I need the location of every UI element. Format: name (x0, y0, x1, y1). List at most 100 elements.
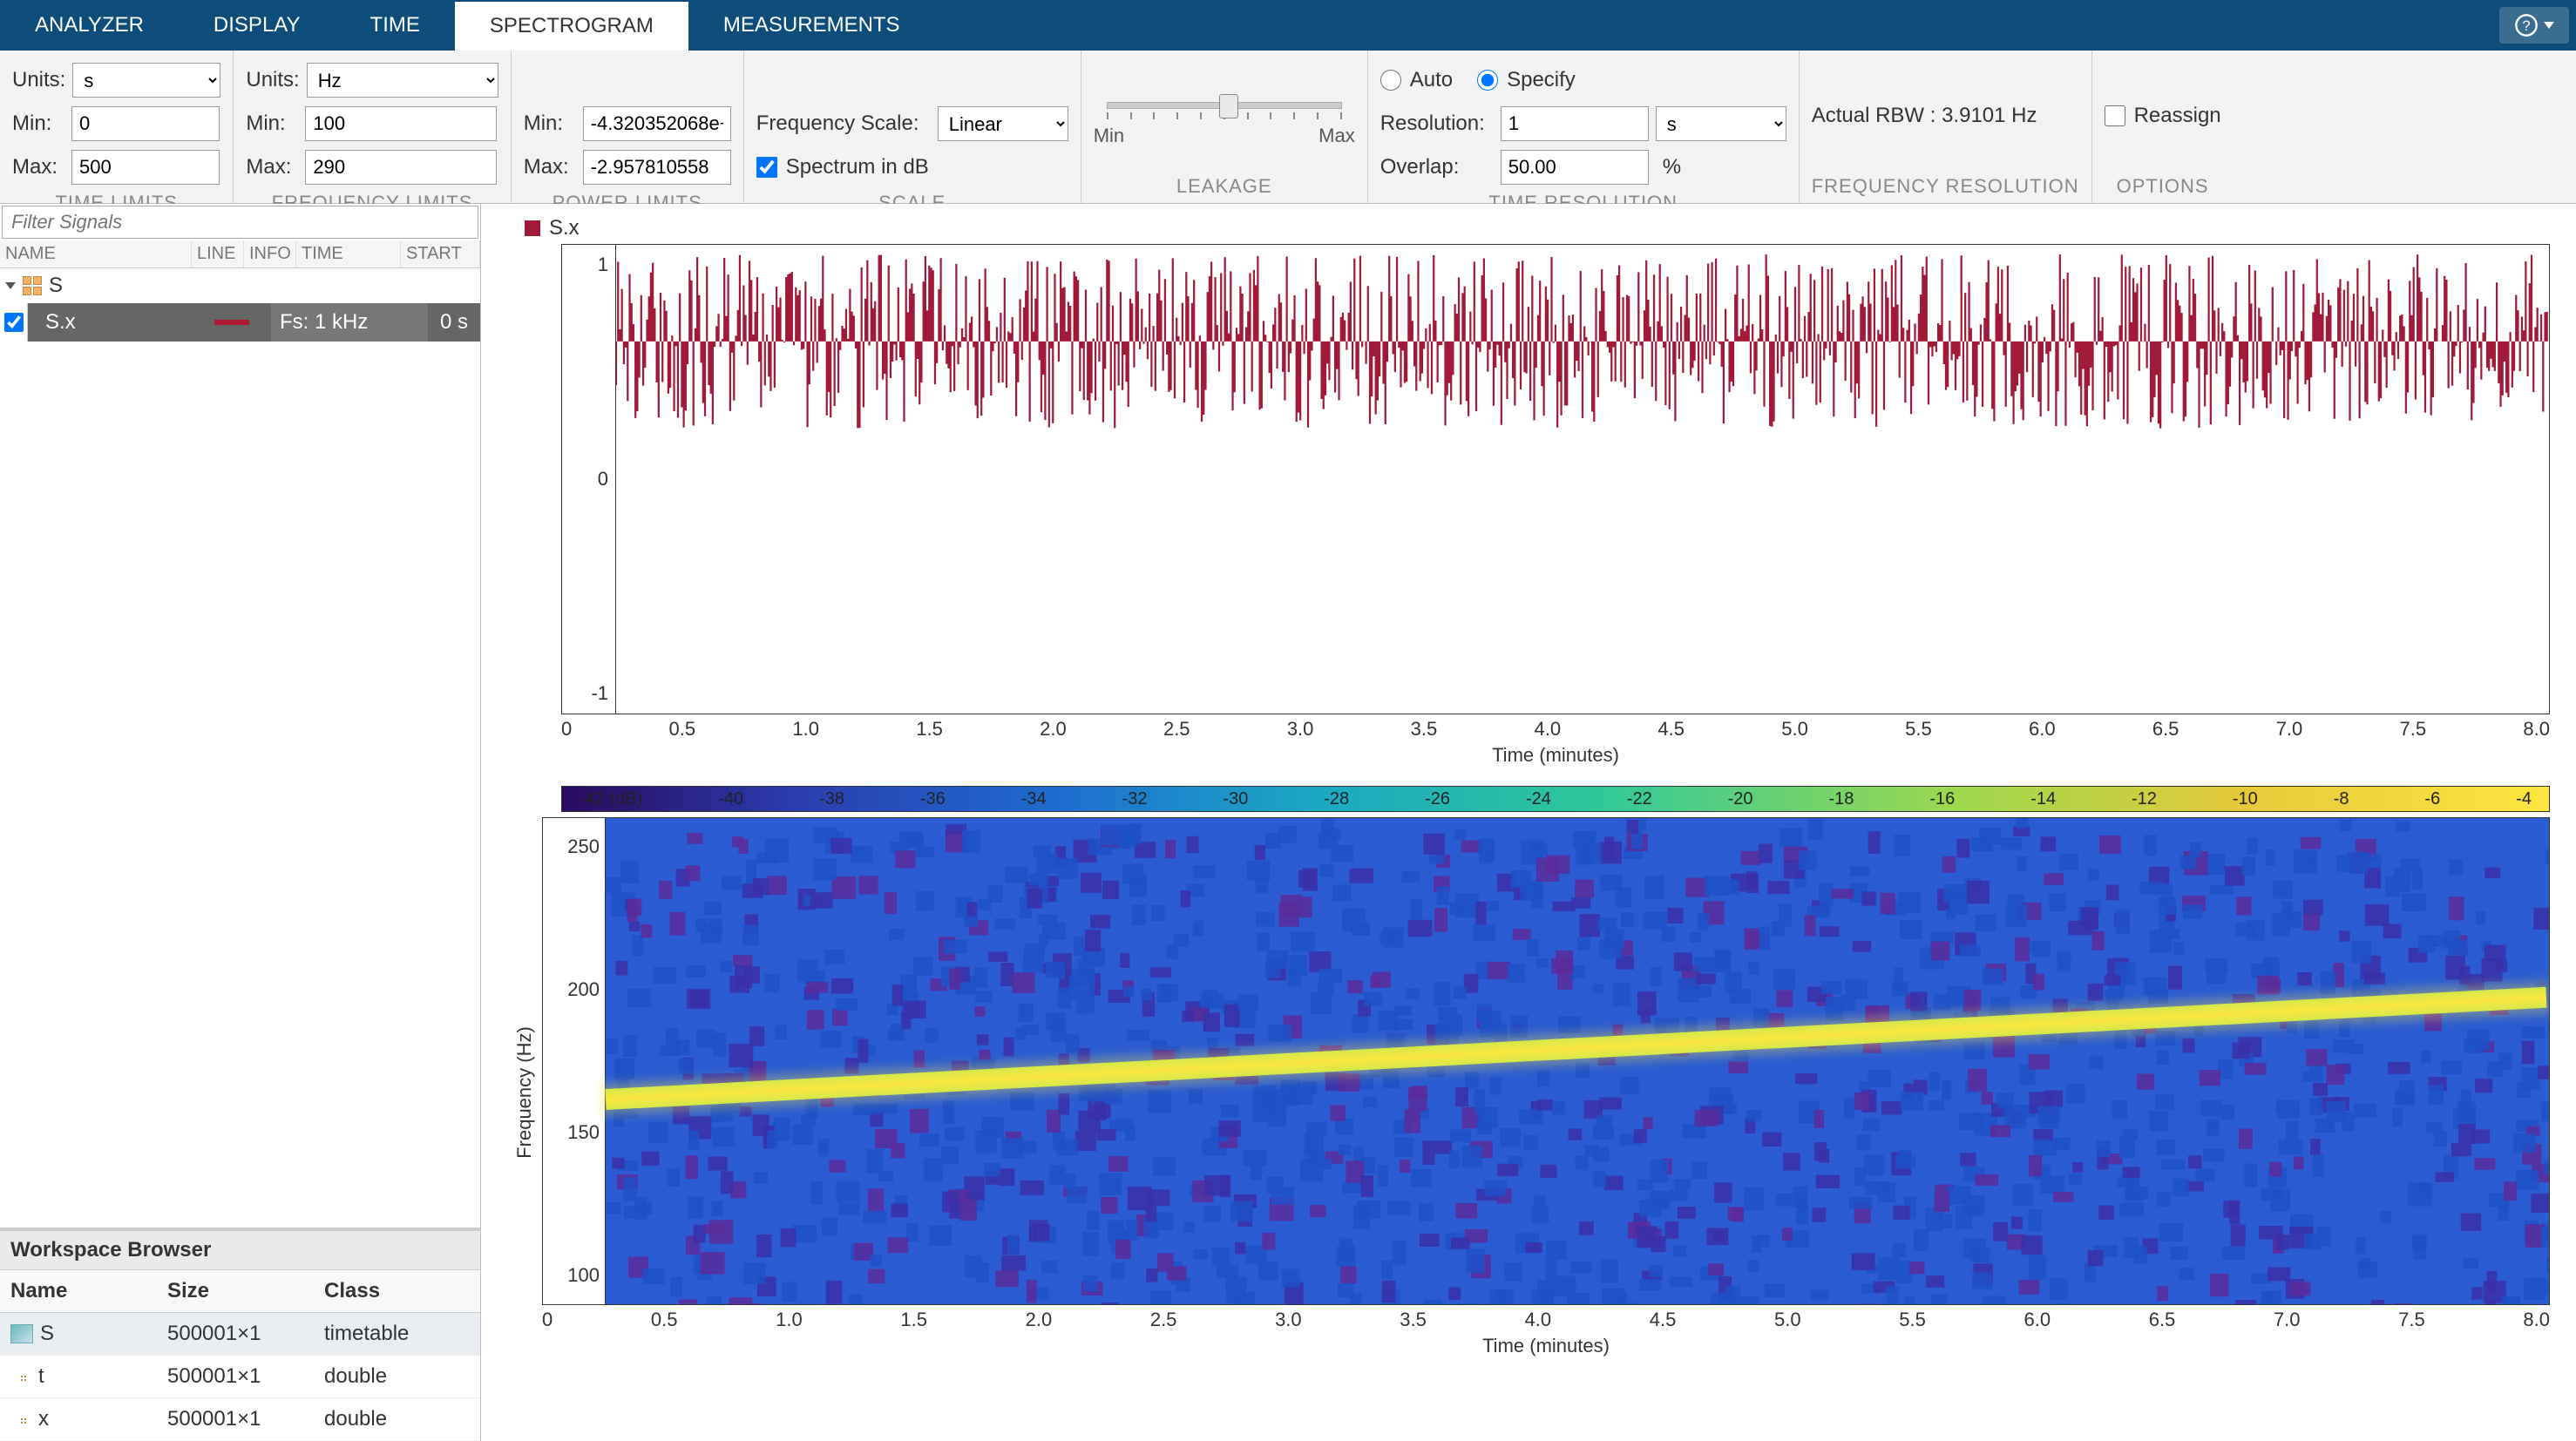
leaf-start: 0 s (428, 303, 480, 342)
col-name[interactable]: NAME (0, 240, 192, 267)
leakage-max-label: Max (1319, 125, 1355, 147)
freq-scale-select[interactable]: Linear (938, 106, 1068, 141)
signals-tree: S S.x Fs: 1 kHz 0 s (0, 268, 480, 342)
left-panel: NAME LINE INFO TIME START S S.x Fs: 1 kH… (0, 204, 481, 1441)
time-max-input[interactable] (71, 150, 220, 185)
ribbon: Units: s Min: Max: TIME LIMITS Units: Hz… (0, 51, 2576, 204)
specify-radio[interactable] (1477, 70, 1498, 91)
group-time-resolution: Auto Specify Resolution: s Overlap: % TI… (1368, 51, 1800, 203)
waveform-legend: S.x (507, 213, 2550, 244)
group-freq-resolution: Actual RBW : 3.9101 Hz FREQUENCY RESOLUT… (1800, 51, 2092, 203)
chevron-down-icon (2544, 22, 2554, 29)
workspace-rows: S500001×1timetablet500001×1doublex500001… (0, 1313, 480, 1441)
col-line[interactable]: LINE (192, 240, 244, 267)
resolution-label: Resolution: (1380, 112, 1494, 136)
tab-measurements[interactable]: MEASUREMENTS (688, 0, 935, 51)
time-min-input[interactable] (71, 106, 220, 141)
ws-row[interactable]: S500001×1timetable (0, 1313, 480, 1356)
power-min-input[interactable] (583, 106, 731, 141)
spectrogram-image (606, 818, 2549, 1305)
auto-label: Auto (1410, 68, 1453, 92)
waveform-axes[interactable]: 1 0 -1 (561, 244, 2550, 714)
overlap-units: % (1656, 155, 1786, 179)
freq-max-input[interactable] (305, 150, 497, 185)
reassign-checkbox[interactable] (2105, 105, 2125, 126)
spectrogram-yaxis: 250 200 150 100 (543, 818, 606, 1304)
line-swatch[interactable] (193, 320, 271, 325)
group-freq-res-label: FREQUENCY RESOLUTION (1812, 170, 2079, 198)
col-time[interactable]: TIME (296, 240, 401, 267)
tree-leaf-sx[interactable]: S.x Fs: 1 kHz 0 s (0, 303, 480, 342)
leakage-min-label: Min (1094, 125, 1124, 147)
resolution-input[interactable] (1501, 106, 1649, 141)
leakage-slider[interactable] (1107, 102, 1342, 109)
ytick: -1 (591, 682, 608, 705)
ws-col-name[interactable]: Name (0, 1270, 157, 1312)
signals-header: NAME LINE INFO TIME START (0, 240, 480, 268)
ytick: 100 (567, 1264, 600, 1287)
power-max-label: Max: (524, 155, 576, 179)
legend-label: S.x (549, 216, 580, 240)
ws-col-class[interactable]: Class (314, 1270, 480, 1312)
signal-visible-checkbox[interactable] (4, 313, 24, 332)
col-start[interactable]: START (401, 240, 480, 267)
expand-icon (5, 282, 16, 289)
time-units-select[interactable]: s (72, 63, 220, 98)
node-label: S (49, 274, 63, 298)
legend-swatch (525, 220, 540, 236)
group-options-label: OPTIONS (2105, 170, 2221, 198)
leaf-name: S.x (28, 310, 193, 335)
power-min-label: Min: (524, 112, 576, 136)
leaf-fs: Fs: 1 kHz (271, 303, 428, 342)
ytick: 1 (598, 254, 608, 276)
actual-rbw-text: Actual RBW : 3.9101 Hz (1812, 104, 2037, 128)
freq-units-select[interactable]: Hz (307, 63, 498, 98)
tree-node-s[interactable]: S (0, 268, 480, 303)
freq-max-label: Max: (246, 155, 298, 179)
group-power-limits: x Min: Max: POWER LIMITS (512, 51, 744, 203)
freq-min-label: Min: (246, 112, 298, 136)
main-area: NAME LINE INFO TIME START S S.x Fs: 1 kH… (0, 204, 2576, 1441)
help-button[interactable]: ? (2499, 7, 2569, 44)
group-time-limits: Units: s Min: Max: TIME LIMITS (0, 51, 234, 203)
time-min-label: Min: (12, 112, 64, 136)
ytick: 150 (567, 1121, 600, 1144)
timetable-icon (10, 1324, 33, 1343)
group-options: Reassign OPTIONS (2092, 51, 2234, 203)
spectrum-db-checkbox[interactable] (756, 157, 777, 178)
tab-time[interactable]: TIME (336, 0, 455, 51)
freq-scale-label: Frequency Scale: (756, 112, 931, 136)
colorbar[interactable]: -42 (dB)-40-38-36-34-32-30-28-26-24-22-2… (561, 786, 2550, 812)
freq-min-input[interactable] (305, 106, 497, 141)
waveform-xlabel: Time (minutes) (561, 744, 2550, 782)
spectrogram-xaxis: 00.51.01.52.02.53.03.54.04.55.05.56.06.5… (542, 1305, 2550, 1335)
workspace-header: Name Size Class (0, 1270, 480, 1313)
overlap-input[interactable] (1501, 150, 1649, 185)
col-info[interactable]: INFO (244, 240, 296, 267)
reassign-label: Reassign (2134, 104, 2221, 128)
ws-row[interactable]: t500001×1double (0, 1356, 480, 1398)
power-max-input[interactable] (583, 150, 731, 185)
table-icon (23, 276, 42, 295)
tab-display[interactable]: DISPLAY (179, 0, 336, 51)
auto-radio[interactable] (1380, 70, 1401, 91)
group-scale: x Frequency Scale: Linear Spectrum in dB… (744, 51, 1081, 203)
resolution-units-select[interactable]: s (1656, 106, 1786, 141)
waveform-xaxis: 00.51.01.52.02.53.03.54.04.55.05.56.06.5… (561, 714, 2550, 744)
ws-row[interactable]: x500001×1double (0, 1398, 480, 1441)
svg-text:?: ? (2522, 18, 2530, 34)
filter-signals-input[interactable] (3, 206, 478, 238)
time-max-label: Max: (12, 155, 64, 179)
tab-spectrogram[interactable]: SPECTROGRAM (455, 0, 688, 51)
ws-col-size[interactable]: Size (157, 1270, 314, 1312)
spectrogram-axes[interactable]: 250 200 150 100 (542, 817, 2550, 1305)
spectrogram-xlabel: Time (minutes) (542, 1335, 2550, 1373)
tab-analyzer[interactable]: ANALYZER (0, 0, 179, 51)
viz-panel: S.x 1 0 -1 00.51.01.52.02.53.03.54.04.55… (481, 204, 2576, 1441)
waveform-plot (616, 245, 2549, 438)
group-freq-limits: Units: Hz Min: Max: FREQUENCY LIMITS (234, 51, 511, 203)
ytick: 250 (567, 836, 600, 858)
spectrogram-ylabel: Frequency (Hz) (507, 812, 542, 1373)
spectrum-db-label: Spectrum in dB (786, 155, 929, 179)
array-icon (10, 1410, 31, 1429)
